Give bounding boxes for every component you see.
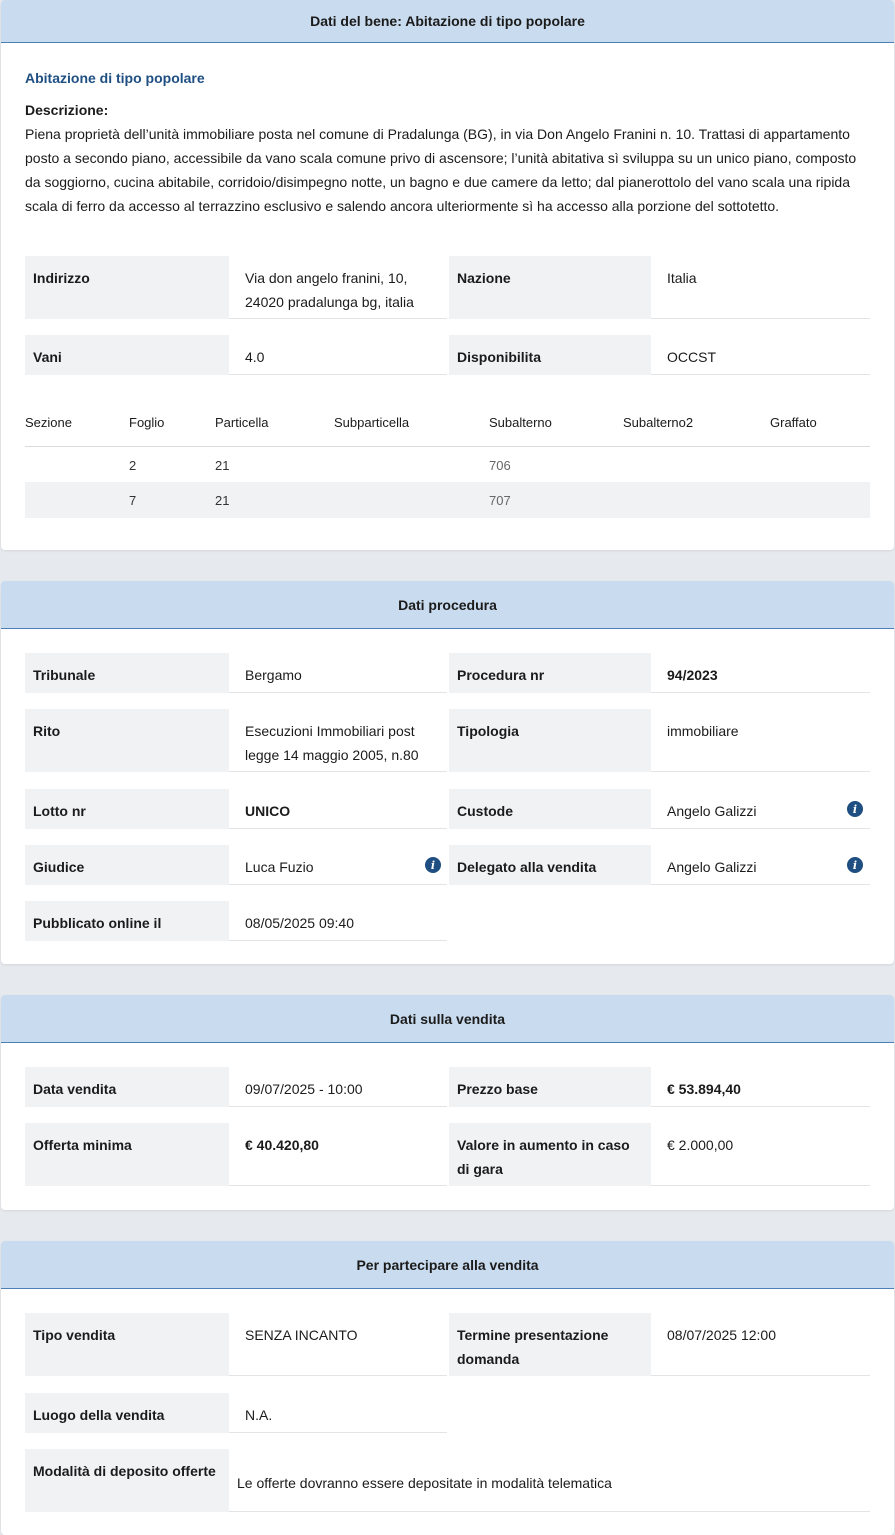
catasto-table: Sezione Foglio Particella Subparticella … [25,405,870,518]
catasto-header-sezione: Sezione [25,415,72,430]
table-row: 2 21 706 [25,447,870,482]
catasto-cell: 706 [489,458,511,473]
rito-label: Rito [25,709,229,772]
catasto-cell: 2 [129,458,137,473]
custode-value: Angelo Galizzi [651,789,870,829]
disponibilita-value: OCCST [651,335,870,375]
card-header-dati-vendita: Dati sulla vendita [1,995,894,1043]
delegato-info-icon[interactable]: i [847,857,863,873]
catasto-header-subalterno: Subalterno [489,415,552,430]
card-header-dati-procedura: Dati procedura [1,581,894,629]
tribunale-value: Bergamo [229,653,447,693]
card-dati-procedura: Dati procedura Tribunale Bergamo Procedu… [1,581,894,964]
catasto-header-graffato: Graffato [770,415,817,430]
card-partecipare: Per partecipare alla vendita Tipo vendit… [1,1241,894,1535]
data-vendita-value: 09/07/2025 - 10:00 [229,1067,447,1107]
procedura-value: 94/2023 [651,653,870,693]
tipologia-value: immobiliare [651,709,870,772]
termine-label: Termine presentazione domanda [449,1313,651,1376]
catasto-header-subparticella: Subparticella [334,415,410,430]
offerta-minima-label: Offerta minima [25,1123,229,1186]
catasto-header-foglio: Foglio [129,415,165,430]
luogo-label: Luogo della vendita [25,1393,229,1433]
tribunale-label: Tribunale [25,653,229,693]
nazione-label: Nazione [449,256,651,319]
prezzo-base-value: € 53.894,40 [651,1067,870,1107]
modalita-label: Modalità di deposito offerte [25,1449,229,1512]
giudice-info-icon[interactable]: i [425,857,441,873]
disponibilita-label: Disponibilita [449,335,651,375]
catasto-cell: 21 [215,493,230,508]
table-row: 7 21 707 [25,482,870,518]
indirizzo-value: Via don angelo franini, 10, 24020 pradal… [229,256,447,319]
card-header-dati-bene: Dati del bene: Abitazione di tipo popola… [1,0,894,43]
indirizzo-label: Indirizzo [25,256,229,319]
nazione-value: Italia [651,256,870,319]
giudice-label: Giudice [25,845,229,885]
termine-value: 08/07/2025 12:00 [651,1313,870,1376]
modalita-value: Le offerte dovranno essere depositate in… [229,1449,870,1512]
prezzo-base-label: Prezzo base [449,1067,651,1107]
lotto-value: UNICO [229,789,447,829]
data-vendita-label: Data vendita [25,1067,229,1107]
tipo-vendita-value: SENZA INCANTO [229,1313,447,1376]
custode-label: Custode [449,789,651,829]
rito-value: Esecuzioni Immobiliari post legge 14 mag… [229,709,447,772]
catasto-cell: 7 [129,493,137,508]
catasto-cell: 707 [489,493,511,508]
lotto-label: Lotto nr [25,789,229,829]
descrizione-label: Descrizione: [25,102,109,118]
luogo-value: N.A. [229,1393,447,1433]
delegato-label: Delegato alla vendita [449,845,651,885]
custode-info-icon[interactable]: i [847,801,863,817]
catasto-cell: 21 [215,458,230,473]
giudice-value: Luca Fuzio [229,845,447,885]
vani-label: Vani [25,335,229,375]
catasto-header-particella: Particella [215,415,269,430]
pubblicato-value: 08/05/2025 09:40 [229,901,447,941]
procedura-label: Procedura nr [449,653,651,693]
bene-subtitle: Abitazione di tipo popolare [25,70,205,86]
catasto-header-subalterno2: Subalterno2 [623,415,694,430]
vani-value: 4.0 [229,335,447,375]
valore-aumento-value: € 2.000,00 [651,1123,870,1186]
card-header-partecipare: Per partecipare alla vendita [1,1241,894,1289]
delegato-value: Angelo Galizzi [651,845,870,885]
valore-aumento-label: Valore in aumento in caso di gara [449,1123,651,1186]
offerta-minima-value: € 40.420,80 [229,1123,447,1186]
descrizione-text: Piena proprietà dell’unità immobiliare p… [25,126,857,214]
tipologia-label: Tipologia [449,709,651,772]
pubblicato-label: Pubblicato online il [25,901,229,941]
tipo-vendita-label: Tipo vendita [25,1313,229,1376]
card-dati-bene: Dati del bene: Abitazione di tipo popola… [1,0,894,550]
card-dati-vendita: Dati sulla vendita Data vendita 09/07/20… [1,995,894,1210]
